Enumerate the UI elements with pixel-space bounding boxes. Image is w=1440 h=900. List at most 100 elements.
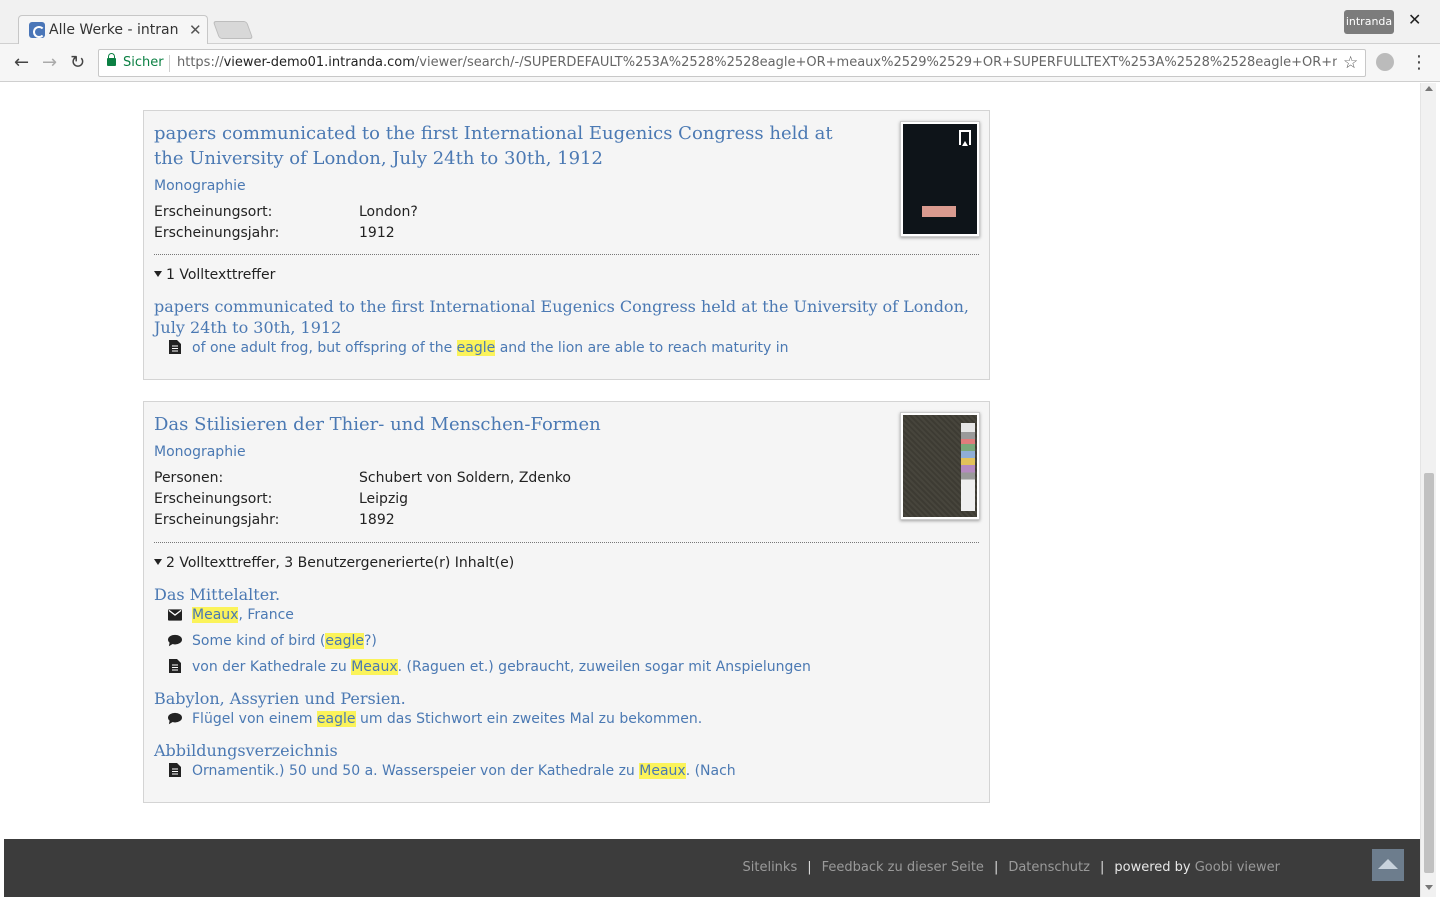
doc-type-link[interactable]: Monographie xyxy=(154,444,246,460)
address-bar[interactable]: Sicher https://viewer-demo01.intranda.co… xyxy=(98,49,1366,77)
snippet-text: and the lion are able to reach maturity … xyxy=(495,340,789,356)
omnibox-divider xyxy=(169,55,170,72)
document-icon xyxy=(169,340,181,354)
forward-arrow-icon[interactable]: → xyxy=(42,52,57,73)
snippet-text: . (Raguen et.) gebraucht, zuweilen sogar… xyxy=(397,659,811,675)
window-close-icon[interactable]: ✕ xyxy=(1408,10,1421,29)
metadata-key: Personen: xyxy=(154,470,224,486)
fulltext-hits-toggle[interactable]: 2 Volltexttreffer, 3 Benutzergenerierte(… xyxy=(154,555,514,571)
section-title-link[interactable]: Das Mittelalter. xyxy=(154,584,280,605)
search-term-highlight: eagle xyxy=(456,340,496,356)
metadata-key: Erscheinungsjahr: xyxy=(154,512,280,528)
doc-type-link[interactable]: Monographie xyxy=(154,178,246,194)
search-hit: papers communicated to the first Interna… xyxy=(143,110,990,380)
divider xyxy=(154,254,979,255)
search-term-highlight: Meaux xyxy=(351,659,398,675)
fulltext-snippet[interactable]: Ornamentik.) 50 und 50 a. Wasserspeier v… xyxy=(168,763,736,779)
back-arrow-icon[interactable]: ← xyxy=(14,52,29,73)
secure-label: Sicher xyxy=(123,55,164,70)
page-scrollbar[interactable] xyxy=(1420,83,1436,897)
search-term-highlight: eagle xyxy=(325,633,364,649)
envelope-icon xyxy=(168,609,182,621)
metadata-key: Erscheinungsort: xyxy=(154,491,273,507)
metadata-value: Leipzig xyxy=(359,491,409,507)
fulltext-snippet[interactable]: von der Kathedrale zu Meaux. (Raguen et.… xyxy=(168,659,811,675)
powered-by-label: powered by xyxy=(1114,860,1191,875)
snippet-text: Some kind of bird ( xyxy=(192,633,326,649)
page-viewport: papers communicated to the first Interna… xyxy=(4,83,1420,897)
hit-title-line: the University of London, July 24th to 3… xyxy=(154,148,603,169)
tab-title: Alle Werke - intranda xyxy=(49,22,179,38)
bookmark-icon[interactable] xyxy=(959,130,971,146)
color-chart-strip xyxy=(961,423,975,511)
browser-toolbar: ← → ↻ Sicher https://viewer-demo01.intra… xyxy=(0,44,1440,82)
section-title-link[interactable]: Babylon, Assyrien und Persien. xyxy=(154,688,406,709)
chrome-menu-icon[interactable]: ⋮ xyxy=(1410,52,1428,73)
metadata-value: Schubert von Soldern, Zdenko xyxy=(359,470,571,486)
search-term-highlight: Meaux xyxy=(192,607,239,623)
goobi-favicon-icon xyxy=(29,22,45,38)
snippet-text: ?) xyxy=(363,633,377,649)
privacy-link[interactable]: Datenschutz xyxy=(1008,860,1090,875)
new-tab-button[interactable] xyxy=(212,21,254,39)
divider xyxy=(154,542,979,543)
scroll-up-arrow-icon[interactable] xyxy=(1425,86,1433,91)
book-cover-image xyxy=(903,415,977,517)
toggle-label: 2 Volltexttreffer, 3 Benutzergenerierte(… xyxy=(166,555,515,571)
feedback-link[interactable]: Feedback zu dieser Seite xyxy=(822,860,984,875)
reload-icon[interactable]: ↻ xyxy=(70,52,85,73)
browser-tabstrip: Alle Werke - intranda ✕ intranda ✕ xyxy=(0,0,1440,45)
toggle-label: 1 Volltexttreffer xyxy=(166,267,276,283)
snippet-text: , France xyxy=(238,607,294,623)
fulltext-hits-toggle[interactable]: 1 Volltexttreffer xyxy=(154,267,275,283)
hit-title-link[interactable]: papers communicated to the first Interna… xyxy=(154,121,833,171)
hit-title-line: papers communicated to the first Interna… xyxy=(154,123,833,144)
url-host: viewer-demo01.intranda.com xyxy=(223,55,415,70)
document-icon xyxy=(169,763,181,777)
comment-icon xyxy=(168,712,182,725)
goobi-viewer-link[interactable]: Goobi viewer xyxy=(1195,860,1280,875)
metadata-key: Erscheinungsjahr: xyxy=(154,225,280,241)
url-scheme: https:// xyxy=(177,55,224,70)
user-content-snippet[interactable]: Meaux, France xyxy=(168,607,294,623)
back-to-top-button[interactable] xyxy=(1372,849,1404,881)
sitelinks-link[interactable]: Sitelinks xyxy=(743,860,798,875)
snippet-text: . (Nach xyxy=(685,763,736,779)
document-icon xyxy=(169,659,181,673)
url-text[interactable]: https://viewer-demo01.intranda.com/viewe… xyxy=(177,55,1337,70)
hit-thumbnail[interactable] xyxy=(900,412,980,520)
footer-separator: | xyxy=(1099,860,1105,875)
snippet-text: Flügel von einem xyxy=(192,711,317,727)
hit-title-link[interactable]: Das Stilisieren der Thier- und Menschen-… xyxy=(154,412,601,437)
snippet-text: of one adult frog, but offspring of the xyxy=(192,340,457,356)
hit-thumbnail[interactable] xyxy=(900,121,980,237)
metadata-value: 1912 xyxy=(359,225,395,241)
bookmark-star-icon[interactable]: ☆ xyxy=(1343,53,1358,73)
search-term-highlight: Meaux xyxy=(639,763,686,779)
metadata-value: 1892 xyxy=(359,512,395,528)
comment-icon xyxy=(168,634,182,647)
metadata-key: Erscheinungsort: xyxy=(154,204,273,220)
search-hit: Das Stilisieren der Thier- und Menschen-… xyxy=(143,401,990,803)
user-content-snippet[interactable]: Flügel von einem eagle um das Stichwort … xyxy=(168,711,702,727)
user-content-snippet[interactable]: Some kind of bird (eagle?) xyxy=(168,633,377,649)
snippet-text: um das Stichwort ein zweites Mal zu beko… xyxy=(355,711,703,727)
tab-close-icon[interactable]: ✕ xyxy=(189,21,202,39)
snippet-text: von der Kathedrale zu xyxy=(192,659,352,675)
section-title-link[interactable]: Abbildungsverzeichnis xyxy=(154,740,338,761)
footer-links: Sitelinks | Feedback zu dieser Seite | Daten… xyxy=(743,860,1281,875)
page-footer: Sitelinks | Feedback zu dieser Seite | Daten… xyxy=(4,839,1420,897)
lock-icon xyxy=(107,53,116,66)
caret-down-icon xyxy=(154,559,162,565)
section-title-link[interactable]: papers communicated to the first Interna… xyxy=(154,296,969,338)
scrollbar-thumb[interactable] xyxy=(1424,473,1434,873)
search-term-highlight: eagle xyxy=(316,711,356,727)
url-path: /viewer/search/-/SUPERDEFAULT%253A%2528%… xyxy=(414,55,1337,70)
extension-icon[interactable] xyxy=(1376,53,1394,71)
snippet-text: Ornamentik.) 50 und 50 a. Wasserspeier v… xyxy=(192,763,640,779)
scroll-down-arrow-icon[interactable] xyxy=(1425,885,1433,890)
metadata-value: London? xyxy=(359,204,418,220)
profile-button[interactable]: intranda xyxy=(1344,10,1394,34)
fulltext-snippet[interactable]: of one adult frog, but offspring of the … xyxy=(168,340,789,356)
browser-tab[interactable]: Alle Werke - intranda ✕ xyxy=(18,15,208,45)
